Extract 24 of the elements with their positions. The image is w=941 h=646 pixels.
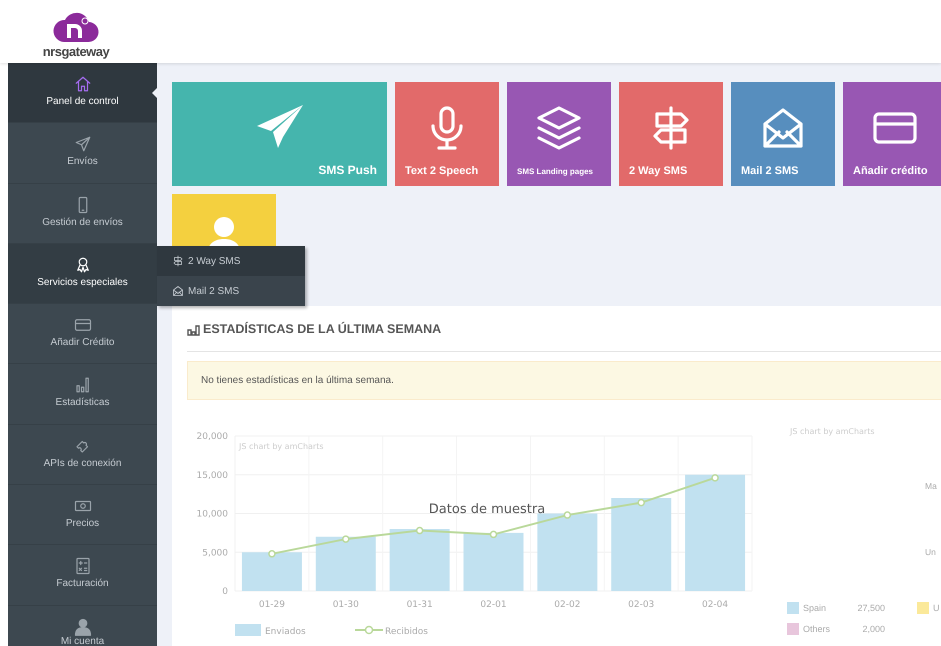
legend-label: Recibidos: [385, 627, 428, 637]
axis-label: 01-29: [258, 600, 285, 610]
pie-label: Un: [925, 547, 936, 557]
legend-value: 2,000: [861, 624, 885, 634]
axis-label: 02-03: [628, 600, 654, 610]
legend-label: U: [933, 603, 940, 613]
axis-label: 02-04: [702, 600, 728, 610]
axis-label: 01-30: [332, 600, 359, 610]
legend-label: Enviados: [265, 627, 306, 637]
logo-text: nrsgateway: [42, 45, 110, 58]
axis-label: 02-02: [554, 600, 580, 610]
axis-label: 20,000: [196, 432, 228, 442]
axis-label: 10,000: [196, 510, 228, 520]
legend-label: Spain: [803, 603, 828, 613]
legend-label: Others: [803, 624, 832, 634]
alert-message: No tienes estadísticas en la última semana.: [187, 361, 941, 400]
axis-label: 0: [222, 587, 228, 597]
axis-label: 5,000: [202, 548, 228, 558]
legend-value: 27,500: [856, 603, 885, 613]
axis-label: 02-01: [480, 600, 507, 610]
chart-title: Datos de muestra: [428, 502, 546, 517]
axis-label: 15,000: [196, 470, 228, 481]
pie-label: Ma: [925, 481, 937, 491]
axis-label: 01-31: [406, 600, 433, 610]
